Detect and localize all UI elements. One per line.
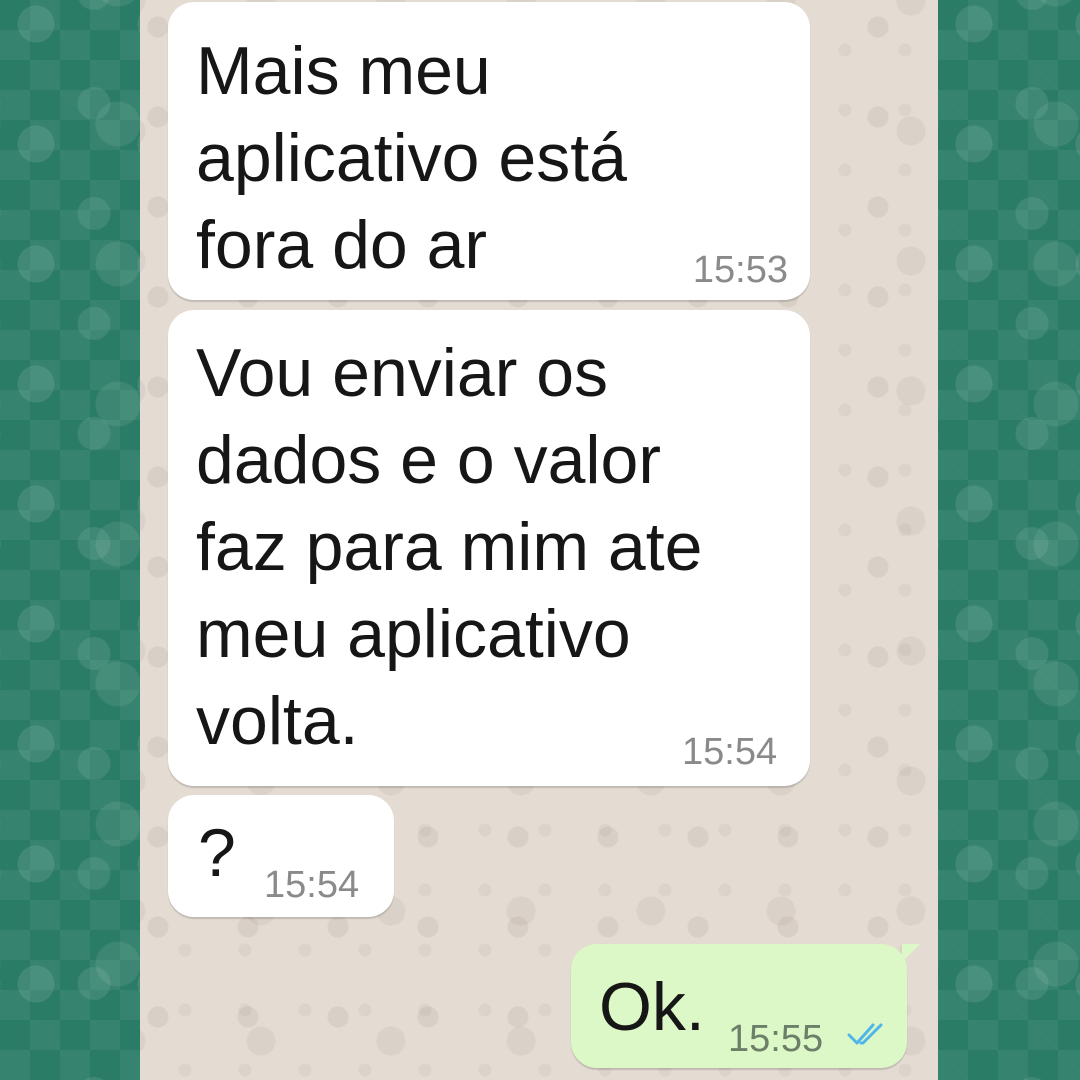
double-check-read-icon: [847, 1023, 883, 1045]
message-timestamp: 15:55: [728, 1018, 824, 1060]
outgoing-message-bubble[interactable]: Ok. 15:55: [571, 944, 907, 1068]
background-pattern-left: [0, 0, 140, 1080]
incoming-message-bubble[interactable]: Vou enviar os dados e o valor faz para m…: [168, 310, 810, 786]
incoming-message-bubble[interactable]: Mais meu aplicativo está fora do ar 15:5…: [168, 2, 810, 300]
background-pattern-right: [938, 0, 1080, 1080]
message-timestamp: 15:54: [682, 731, 778, 773]
message-timestamp: 15:54: [264, 864, 360, 906]
incoming-message-bubble[interactable]: ? 15:54: [168, 795, 394, 917]
message-text: Mais meu aplicativo está fora do ar: [196, 33, 627, 283]
message-text: ?: [198, 815, 236, 891]
message-timestamp: 15:53: [692, 249, 788, 291]
message-text: Ok.: [599, 969, 705, 1045]
message-text: Vou enviar os dados e o valor faz para m…: [196, 335, 703, 759]
